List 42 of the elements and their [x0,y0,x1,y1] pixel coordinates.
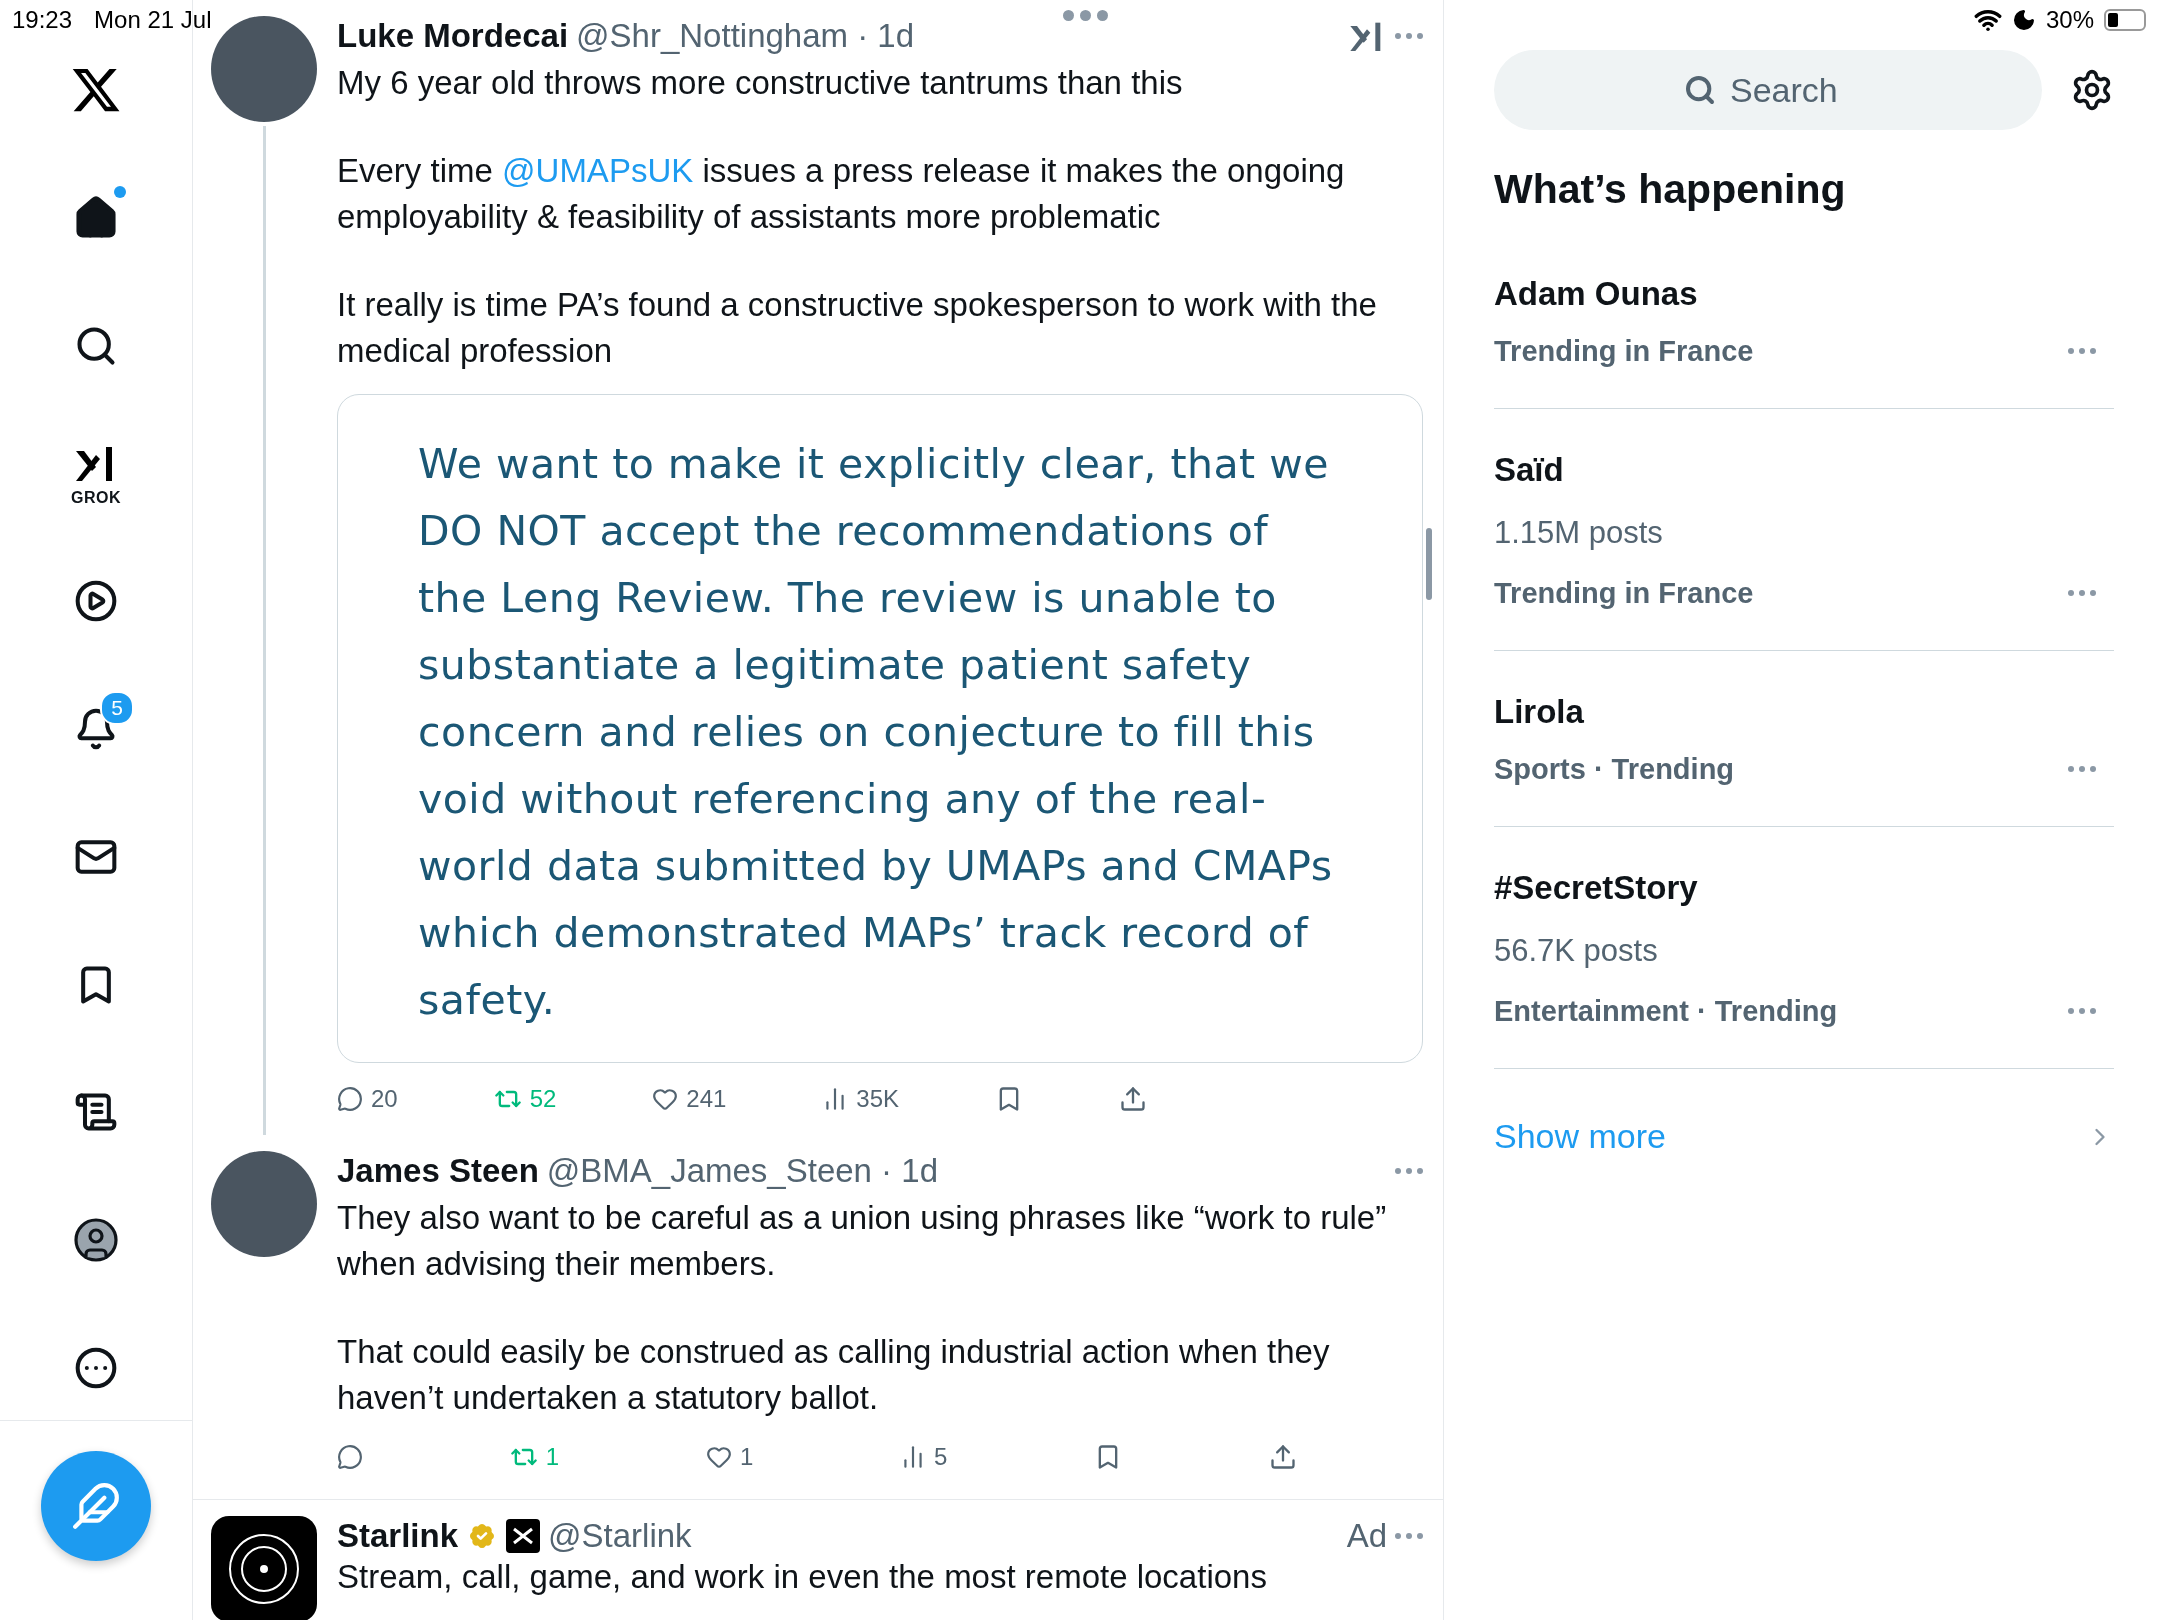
trend-context: Entertainment · Trending [1494,995,1838,1028]
trend-item[interactable]: #SecretStory 56.7K posts Entertainment · Trending [1494,827,2114,1069]
author-name[interactable]: Luke Mordecai [337,17,569,55]
trend-title: Adam Ounas [1494,275,1698,313]
quote-text: We want to make it explicitly clear, that we DO NOT accept the recommendations of the Leng Review. The review is unable to substantiate a legitimate patient safety concern and relies on conjecture to fill this void without referencing any of the real-world data submitted by UMAPs and CMAPs which demonstrated MAPs’ track record of safety. [418,439,1334,1026]
status-time: 19:23 [12,6,73,34]
section-heading: What’s happening [1494,166,1847,213]
views-button[interactable]: 5 [900,1443,948,1471]
battery-percent: 30% [2045,6,2094,34]
author-name[interactable]: Starlink [337,1517,459,1555]
post-text: It really is time PA’s found a constructive spokesperson to work with the medical profession [337,285,1378,371]
grok-label: GROK [71,489,121,508]
status-date: Mon 21 Jul [94,6,212,34]
trend-post-count: 1.15M posts [1494,515,1663,551]
trend-context: Trending in France [1494,335,1754,368]
trend-context: Sports · Trending [1494,753,1735,786]
post-text: Every time @UMAPsUK issues a press release it makes the ongoing employability & feasibility of assistants more problematic [337,151,1346,237]
search-input[interactable]: Search [1728,69,1852,111]
post-text: My 6 year old throws more constructive tantrums than this [337,63,1184,103]
trend-item[interactable]: Saïd 1.15M posts Trending in France [1494,409,2114,651]
trend-item[interactable]: Adam Ounas Trending in France [1494,233,2114,409]
views-button[interactable]: 35K [822,1085,900,1113]
like-button[interactable]: 1 [705,1443,754,1471]
trend-title: #SecretStory [1494,869,1698,907]
author-handle[interactable]: @Shr_Nottingham · 1d [576,17,915,55]
author-handle[interactable]: @Starlink [548,1517,692,1555]
notification-badge: 5 [100,691,134,726]
ad-label: Ad [1346,1517,1387,1555]
trend-post-count: 56.7K posts [1494,933,1658,969]
trend-item[interactable]: Lirola Sports · Trending [1494,651,2114,827]
search-field[interactable]: Search [1494,50,2042,130]
post-text: They also want to be careful as a union using phrases like “work to rule” when advising their members. [337,1198,1388,1284]
trend-context: Trending in France [1494,577,1754,610]
grok-nav-button[interactable]: GROK [44,421,148,526]
reply-button[interactable]: 20 [337,1085,398,1113]
like-button[interactable]: 241 [652,1085,727,1113]
author-name[interactable]: James Steen [337,1152,539,1190]
ad-text: Stream, call, game, and work in even the most remote locations [337,1558,1268,1596]
post-text: That could easily be construed as calling industrial action when they haven’t undertaken a statutory ballot. [337,1332,1331,1418]
trend-title: Lirola [1494,693,1584,731]
trend-title: Saïd [1494,451,1564,489]
author-handle[interactable]: @BMA_James_Steen · 1d [546,1152,938,1190]
